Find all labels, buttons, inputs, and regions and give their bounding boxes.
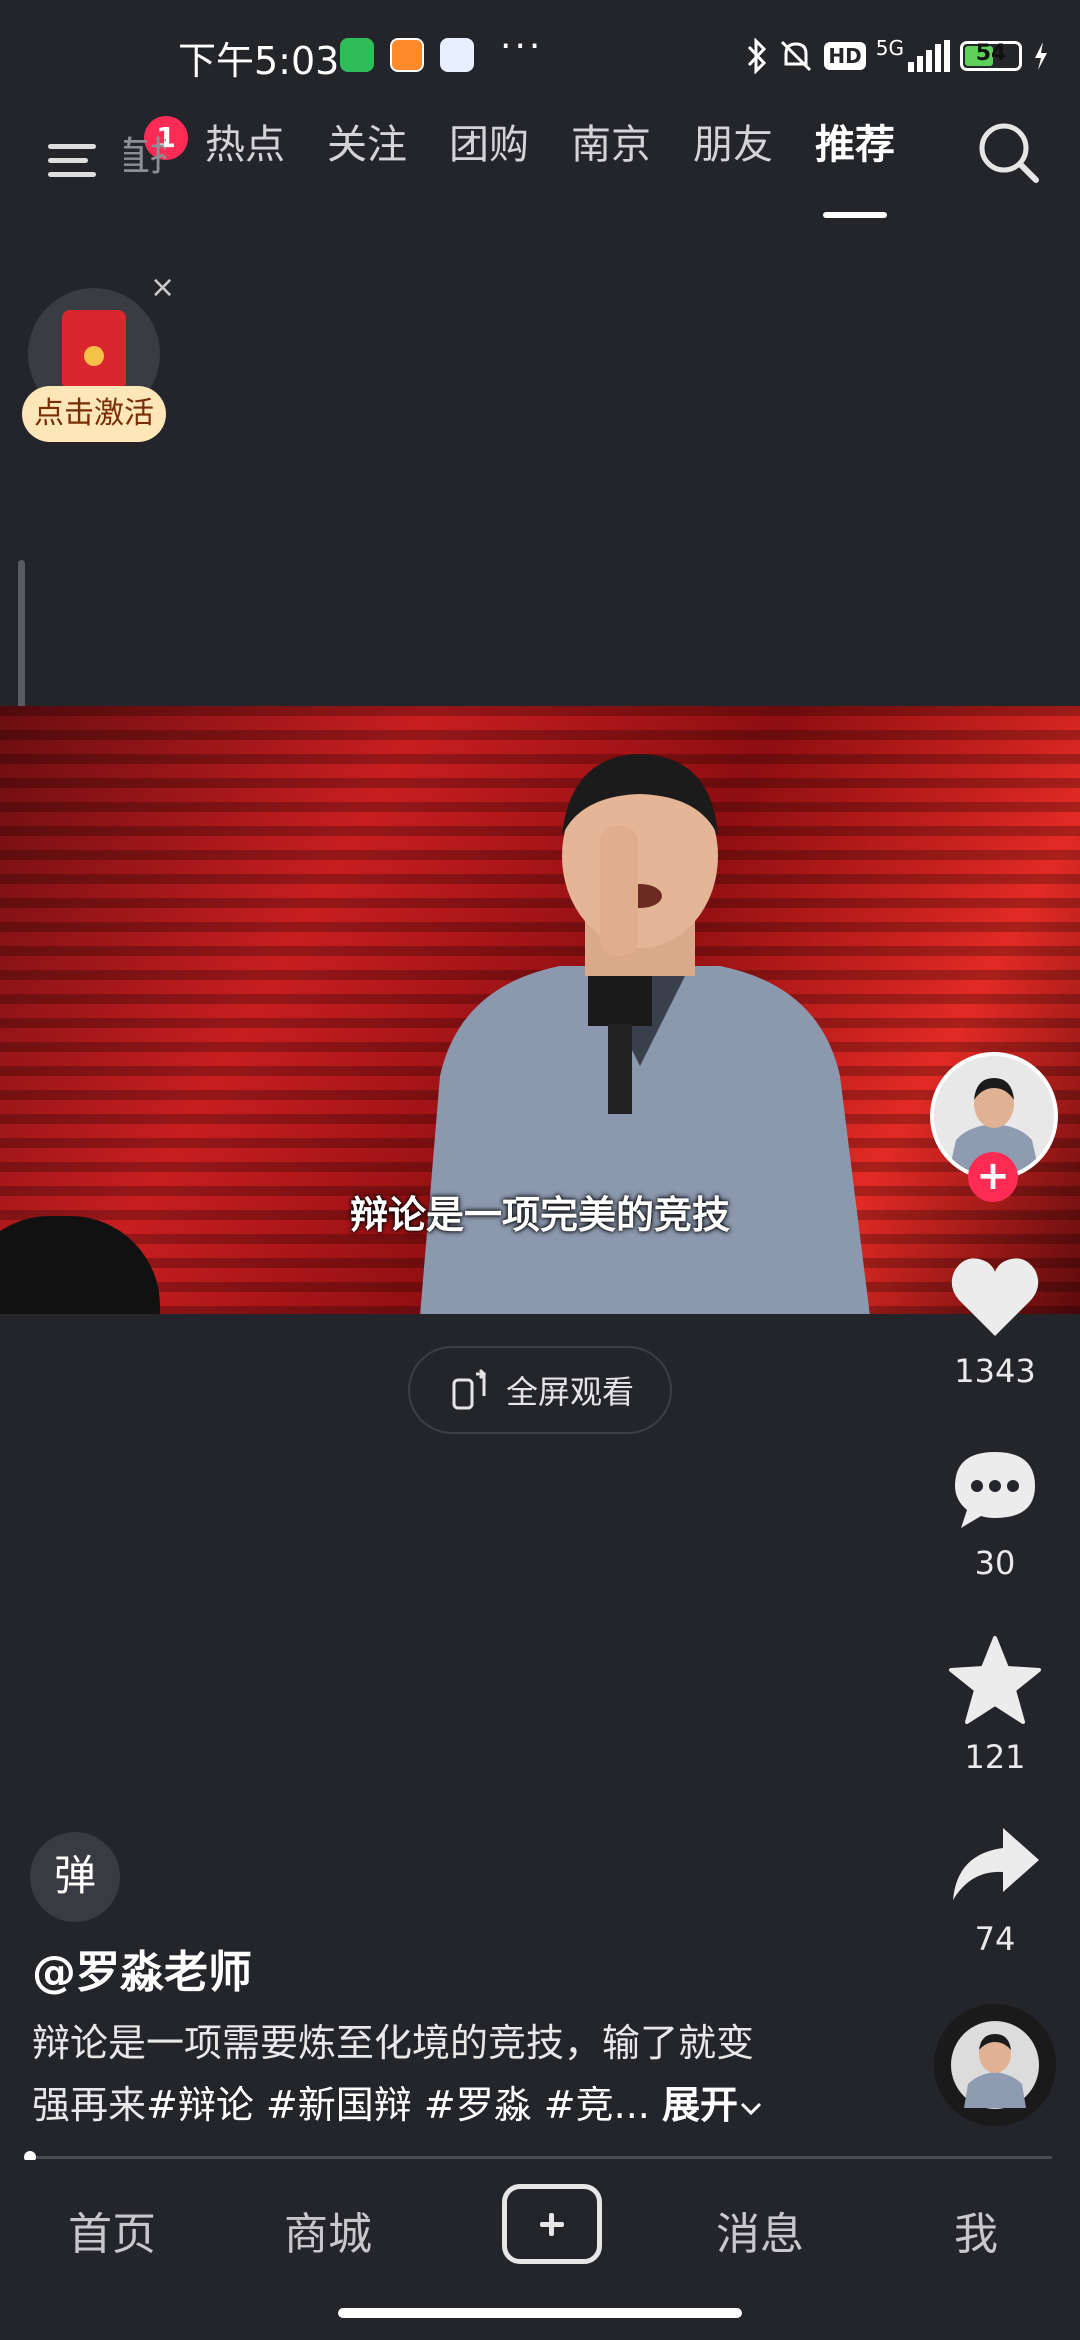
status-time: 下午5:03	[178, 39, 340, 83]
caption-line-1: 辩论是一项需要炼至化境的竞技，输了就变	[32, 2021, 755, 2065]
video-player[interactable]: 辩论是一项完美的竞技	[0, 706, 1080, 1314]
red-packet-activate-label[interactable]: 点击激活	[22, 386, 166, 442]
status-more-icon: ···	[500, 26, 544, 67]
nav-messages[interactable]: 消息	[680, 2198, 840, 2262]
battery-icon: 54	[960, 41, 1022, 71]
search-icon[interactable]	[974, 118, 1044, 188]
share-action[interactable]: 74	[930, 1820, 1060, 1958]
like-count: 1343	[954, 1352, 1036, 1390]
like-action[interactable]: 1343	[930, 1252, 1060, 1390]
feed-tabs: 热点 关注 团购 南京 朋友 推荐	[184, 110, 916, 210]
tab-group-buy[interactable]: 团购	[428, 110, 550, 210]
menu-button[interactable]: 1	[48, 116, 188, 180]
favorite-action[interactable]: 121	[930, 1632, 1060, 1776]
tab-following[interactable]: 关注	[306, 110, 428, 210]
charging-icon	[1035, 42, 1047, 70]
caption-line-2: 强再来#辩论 #新国辩 #罗淼 #竞... 展开	[32, 2074, 832, 2136]
nav-home[interactable]: 首页	[32, 2198, 192, 2262]
nav-me[interactable]: 我	[896, 2198, 1056, 2262]
share-count: 74	[974, 1920, 1016, 1958]
author-name[interactable]: @罗淼老师	[32, 1936, 252, 2000]
cloud-app-icon	[440, 38, 474, 72]
red-packet-close-button[interactable]: ×	[150, 270, 175, 305]
wechat-app-icon	[340, 38, 374, 72]
video-progress-bar[interactable]	[24, 2151, 1052, 2163]
tab-hot[interactable]: 热点	[184, 110, 306, 210]
expand-label: 展开	[661, 2083, 738, 2127]
nav-mall[interactable]: 商城	[248, 2198, 408, 2262]
rotate-screen-icon	[452, 1368, 487, 1410]
create-post-button[interactable]	[502, 2184, 602, 2264]
heart-icon	[951, 1258, 1039, 1336]
mute-bell-icon	[781, 40, 812, 72]
tab-live-partial[interactable]: 直播	[124, 124, 166, 182]
home-indicator	[338, 2308, 742, 2318]
share-icon	[953, 1828, 1039, 1900]
status-indicators: HD 5G 54	[746, 36, 1050, 76]
tab-recommend[interactable]: 推荐	[794, 110, 916, 210]
comment-action[interactable]: 30	[930, 1444, 1060, 1582]
fullscreen-button[interactable]: 全屏观看	[408, 1346, 672, 1434]
expand-button[interactable]: 展开	[662, 2083, 764, 2127]
tab-friends[interactable]: 朋友	[672, 110, 794, 210]
top-nav: 1 直播 热点 关注 团购 南京 朋友 推荐	[0, 110, 1080, 210]
status-bar: 下午5:03 ··· HD 5G 54	[0, 0, 1080, 110]
hd-badge: HD	[824, 42, 866, 70]
chevron-down-icon	[740, 2102, 762, 2116]
music-disc-image	[934, 2004, 1056, 2126]
follow-button[interactable]: +	[968, 1152, 1018, 1202]
battery-percent: 54	[975, 41, 1007, 66]
bluetooth-icon	[748, 38, 767, 74]
favorite-count: 121	[964, 1738, 1026, 1776]
caption-line-2-text: 强再来	[32, 2083, 147, 2127]
video-caption[interactable]: 辩论是一项需要炼至化境的竞技，输了就变 强再来#辩论 #新国辩 #罗淼 #竞..…	[32, 2012, 832, 2136]
network-label: 5G	[875, 36, 904, 60]
fullscreen-label: 全屏观看	[505, 1373, 634, 1411]
danmaku-button[interactable]: 弹	[30, 1832, 120, 1922]
58-app-icon	[390, 38, 424, 72]
video-subtitle: 辩论是一项完美的竞技	[349, 1193, 730, 1237]
signal-icon	[908, 40, 950, 72]
tab-nanjing[interactable]: 南京	[550, 110, 672, 210]
red-envelope-icon	[62, 310, 126, 390]
feed-scroll-handle	[18, 560, 25, 720]
hashtags[interactable]: #辩论 #新国辩 #罗淼 #竞...	[146, 2083, 650, 2127]
music-disc[interactable]	[934, 2004, 1056, 2126]
comment-count: 30	[974, 1544, 1016, 1582]
star-icon	[949, 1636, 1041, 1724]
comment-icon	[955, 1452, 1035, 1528]
